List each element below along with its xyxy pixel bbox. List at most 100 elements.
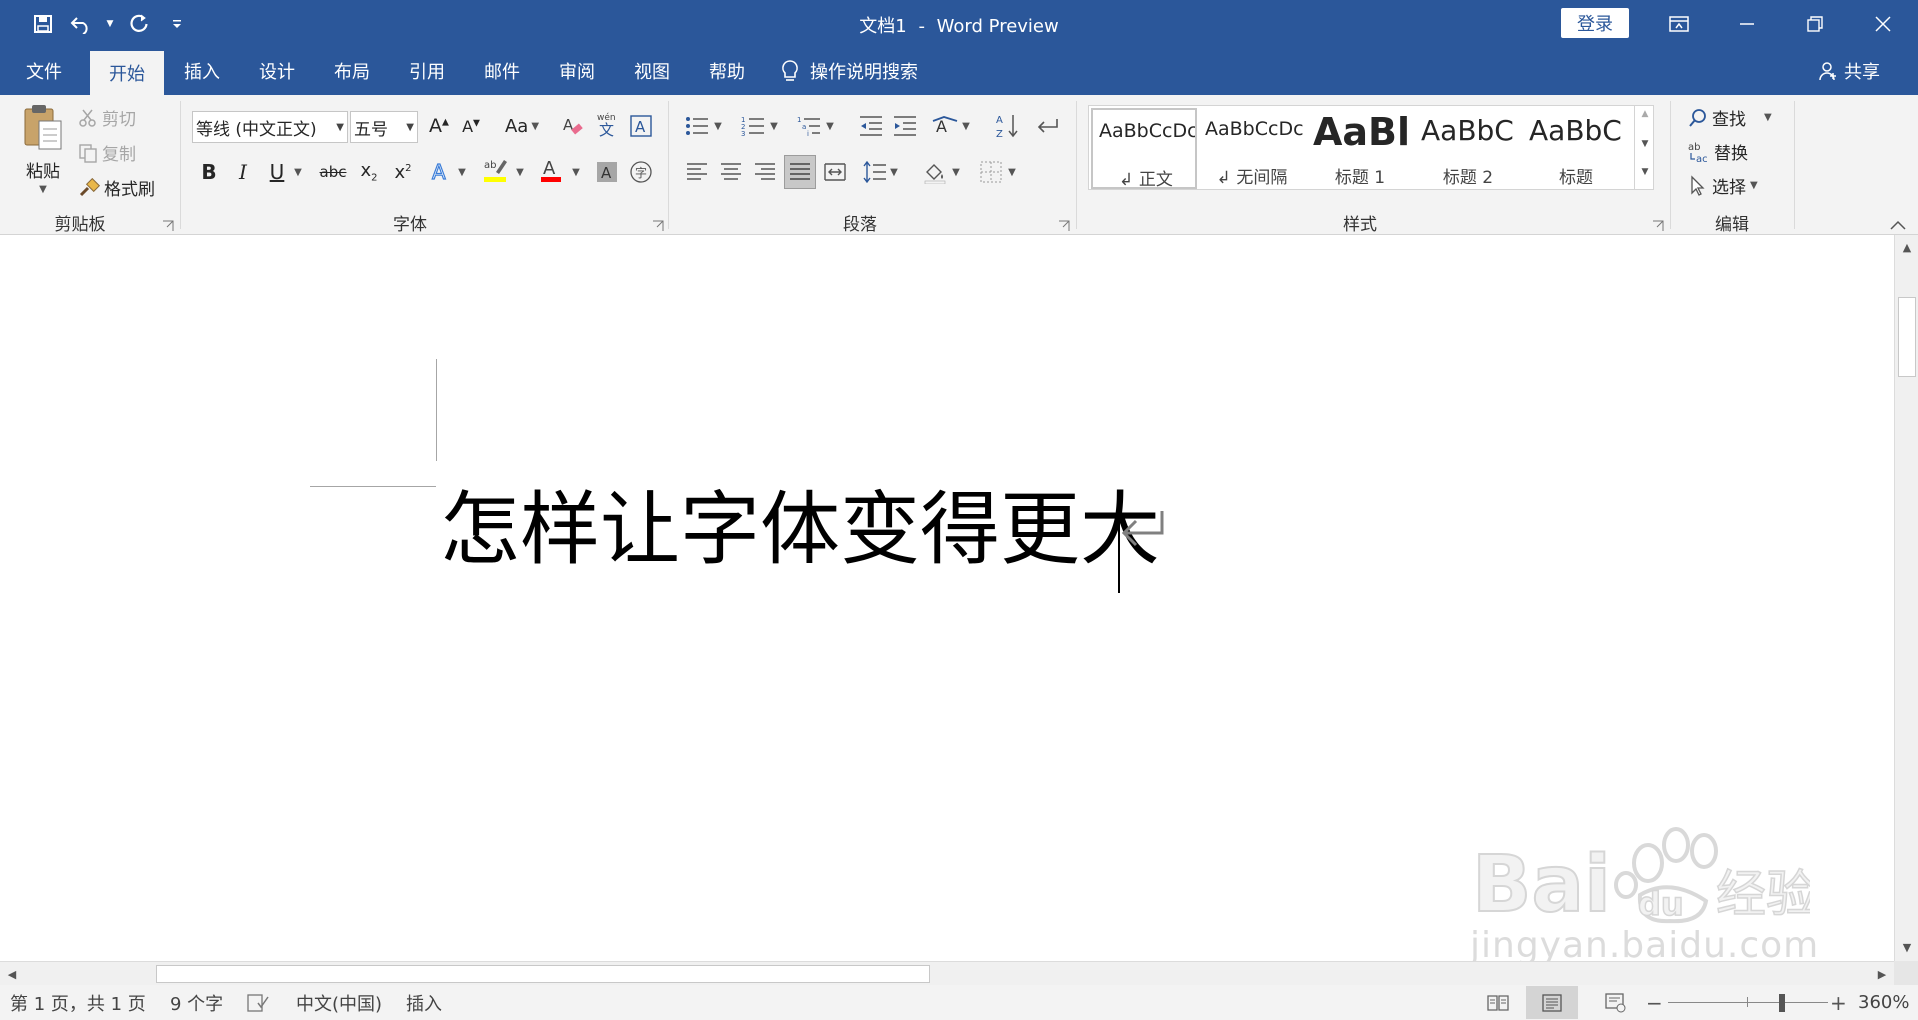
style-title[interactable]: AaBbC 标题 (1523, 108, 1629, 189)
tab-help[interactable]: 帮助 (693, 47, 761, 95)
proofing-status[interactable] (246, 985, 270, 1020)
clipboard-dialog-launcher[interactable] (162, 217, 174, 231)
tab-mailings[interactable]: 邮件 (468, 47, 536, 95)
sign-in-button[interactable]: 登录 (1561, 8, 1629, 38)
print-layout-button[interactable] (1526, 986, 1578, 1019)
minimize-button[interactable] (1713, 0, 1781, 47)
character-shading-button[interactable]: A (592, 157, 622, 187)
undo-dropdown[interactable]: ▼ (102, 8, 118, 40)
styles-dialog-launcher[interactable] (1652, 217, 1664, 231)
bullets-button[interactable] (682, 111, 712, 141)
shading-dropdown[interactable]: ▼ (948, 157, 964, 187)
more-styles-icon[interactable]: ▼ (1635, 167, 1655, 177)
insert-mode-status[interactable]: 插入 (406, 985, 442, 1020)
zoom-slider-thumb[interactable] (1779, 994, 1785, 1012)
chinese-layout-button[interactable]: A (930, 111, 960, 141)
undo-button[interactable] (64, 8, 98, 40)
highlight-button[interactable]: ab (480, 155, 510, 185)
vertical-scroll-thumb[interactable] (1898, 297, 1916, 377)
scroll-left-arrow-icon[interactable]: ◀ (0, 962, 24, 986)
customize-qat-button[interactable] (160, 8, 194, 40)
sort-button[interactable]: AZ (992, 111, 1022, 141)
font-color-button[interactable]: A (536, 155, 566, 185)
cut-button[interactable]: 剪切 (78, 105, 136, 130)
justify-button[interactable] (784, 155, 816, 189)
clear-formatting-button[interactable]: A (558, 111, 588, 141)
collapse-ribbon-button[interactable] (1890, 215, 1910, 231)
numbering-dropdown[interactable]: ▼ (766, 111, 782, 141)
tab-home[interactable]: 开始 (90, 51, 164, 95)
style-heading-1[interactable]: AaBl 标题 1 (1307, 108, 1413, 189)
style-no-spacing[interactable]: AaBbCcDc ↲ 无间隔 (1199, 108, 1305, 189)
borders-dropdown[interactable]: ▼ (1004, 157, 1020, 187)
vertical-scrollbar[interactable]: ▲ ▼ (1894, 235, 1918, 961)
tab-layout[interactable]: 布局 (318, 47, 386, 95)
show-marks-button[interactable] (1032, 111, 1062, 141)
close-button[interactable] (1849, 0, 1917, 47)
shading-button[interactable] (920, 157, 950, 187)
horizontal-scrollbar[interactable]: ◀ ▶ (0, 961, 1894, 985)
increase-indent-button[interactable] (890, 111, 920, 141)
grow-font-button[interactable]: A▲ (424, 111, 454, 141)
change-case-button[interactable]: Aa ▼ (500, 111, 544, 141)
text-effects-button[interactable]: A (426, 157, 456, 187)
numbering-button[interactable]: 123 (738, 111, 768, 141)
paragraph-dialog-launcher[interactable] (1058, 217, 1070, 231)
decrease-indent-button[interactable] (856, 111, 886, 141)
distributed-button[interactable] (820, 157, 850, 187)
borders-button[interactable] (976, 157, 1006, 187)
align-left-button[interactable] (682, 157, 712, 187)
redo-button[interactable] (122, 8, 156, 40)
phonetic-guide-button[interactable]: wén 文 (592, 109, 622, 139)
multilevel-dropdown[interactable]: ▼ (822, 111, 838, 141)
scroll-down-icon[interactable]: ▼ (1635, 139, 1655, 149)
enclose-characters-button[interactable]: 字 (626, 157, 656, 187)
chinese-layout-dropdown[interactable]: ▼ (958, 111, 974, 141)
bullets-dropdown[interactable]: ▼ (710, 111, 726, 141)
zoom-level[interactable]: 360% (1858, 985, 1909, 1020)
italic-button[interactable]: I (228, 157, 258, 187)
style-normal[interactable]: AaBbCcDc ↲ 正文 (1091, 108, 1197, 189)
document-page[interactable]: 怎样让字体变得更大 Bai du 经验 jingyan.baidu.com (0, 235, 1894, 961)
share-button[interactable]: 共享 (1818, 47, 1880, 95)
tab-review[interactable]: 审阅 (543, 47, 611, 95)
style-heading-2[interactable]: AaBbC 标题 2 (1415, 108, 1521, 189)
align-right-button[interactable] (750, 157, 780, 187)
page-count[interactable]: 第 1 页，共 1 页 (10, 985, 146, 1020)
line-spacing-dropdown[interactable]: ▼ (886, 157, 902, 187)
font-name-combo[interactable]: 等线 (中文正文) ▼ (192, 111, 348, 143)
tab-view[interactable]: 视图 (618, 47, 686, 95)
strikethrough-button[interactable]: abc (316, 157, 350, 187)
web-layout-button[interactable] (1596, 986, 1636, 1019)
multilevel-list-button[interactable]: 1ai (794, 111, 824, 141)
zoom-in-button[interactable]: + (1830, 985, 1847, 1020)
scroll-right-arrow-icon[interactable]: ▶ (1870, 962, 1894, 986)
character-border-button[interactable]: A (626, 111, 656, 141)
tab-file[interactable]: 文件 (10, 47, 78, 95)
word-count[interactable]: 9 个字 (170, 985, 223, 1020)
replace-button[interactable]: ab ac 替换 (1688, 139, 1748, 165)
superscript-button[interactable]: x2 (388, 157, 418, 187)
underline-dropdown[interactable]: ▼ (290, 157, 306, 187)
zoom-out-button[interactable]: − (1646, 985, 1663, 1020)
bold-button[interactable]: B (194, 157, 224, 187)
language-status[interactable]: 中文(中国) (296, 985, 382, 1020)
tell-me-search[interactable]: 操作说明搜索 (780, 47, 918, 95)
font-color-dropdown[interactable]: ▼ (568, 157, 584, 187)
scroll-up-arrow-icon[interactable]: ▲ (1895, 235, 1918, 259)
text-effects-dropdown[interactable]: ▼ (454, 157, 470, 187)
paste-button[interactable]: 粘贴 ▼ (18, 103, 68, 195)
restore-button[interactable] (1781, 0, 1849, 47)
ribbon-display-options-button[interactable] (1645, 0, 1713, 47)
scroll-down-arrow-icon[interactable]: ▼ (1895, 935, 1918, 959)
font-dialog-launcher[interactable] (652, 217, 664, 231)
zoom-slider[interactable] (1668, 985, 1828, 1020)
tab-design[interactable]: 设计 (243, 47, 311, 95)
tab-references[interactable]: 引用 (393, 47, 461, 95)
find-button[interactable]: 查找 ▼ (1688, 105, 1772, 130)
tab-insert[interactable]: 插入 (168, 47, 236, 95)
horizontal-scroll-thumb[interactable] (156, 965, 930, 983)
align-center-button[interactable] (716, 157, 746, 187)
select-button[interactable]: 选择 ▼ (1688, 173, 1758, 198)
read-mode-button[interactable] (1478, 986, 1518, 1019)
